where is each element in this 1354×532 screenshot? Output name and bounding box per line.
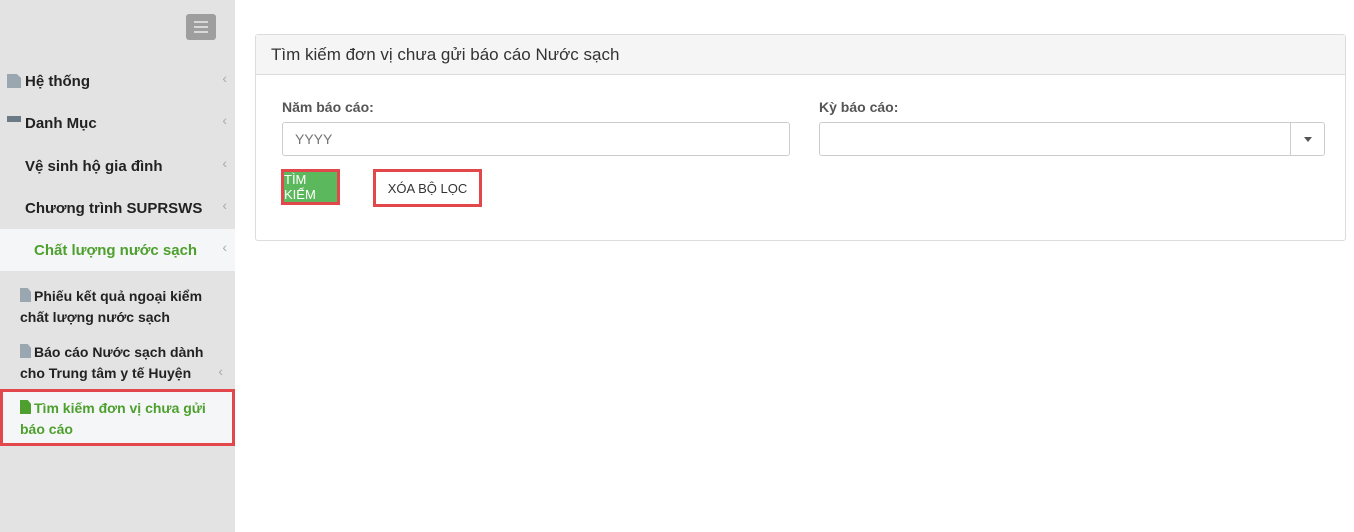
- chevron-left-icon: ‹: [222, 155, 227, 171]
- chevron-left-icon: ‹: [222, 70, 227, 86]
- clear-filter-button[interactable]: XÓA BỘ LỌC: [376, 172, 479, 204]
- sidebar-item-danh-muc[interactable]: Danh Mục ‹: [0, 102, 235, 144]
- file-icon: [20, 288, 31, 302]
- sidebar-item-label: Vệ sinh hộ gia đình: [25, 157, 163, 175]
- chevron-left-icon: ‹: [222, 197, 227, 213]
- chevron-left-icon: ‹: [222, 112, 227, 128]
- year-label: Năm báo cáo:: [282, 99, 374, 115]
- search-panel: Tìm kiếm đơn vị chưa gửi báo cáo Nước sạ…: [255, 34, 1346, 241]
- select-dropdown-button[interactable]: [1290, 123, 1324, 155]
- subitem-label: Phiếu kết quả ngoại kiểm chất lượng nước…: [20, 288, 203, 325]
- file-icon: [20, 344, 31, 358]
- caret-down-icon: [1303, 136, 1312, 142]
- clear-button-highlight: XÓA BỘ LỌC: [373, 169, 482, 207]
- chevron-left-icon: ‹: [222, 239, 227, 255]
- sidebar-item-label: Chất lượng nước sạch: [34, 241, 198, 259]
- server-icon: [7, 159, 21, 173]
- search-button-highlight: TÌM KIẾM: [281, 169, 340, 205]
- list-icon: [7, 116, 21, 130]
- file-icon: [7, 74, 21, 88]
- period-select[interactable]: [819, 122, 1325, 156]
- sidebar-item-label: Hệ thống: [25, 72, 90, 90]
- chevron-left-icon: ‹: [218, 363, 223, 379]
- sidebar: Hệ thống ‹ Danh Mục ‹ Vệ sinh hộ gia đìn…: [0, 0, 235, 532]
- search-button[interactable]: TÌM KIẾM: [284, 172, 337, 202]
- year-input[interactable]: [282, 122, 790, 156]
- subitem-tim-kiem-don-vi[interactable]: Tìm kiếm đơn vị chưa gửi báo cáo: [20, 398, 225, 440]
- sidebar-item-suprsws[interactable]: Chương trình SUPRSWS ‹: [0, 187, 235, 229]
- period-label: Kỳ báo cáo:: [819, 99, 899, 115]
- sidebar-item-he-thong[interactable]: Hệ thống ‹: [0, 60, 235, 102]
- sidebar-item-chat-luong-nuoc-sach[interactable]: Chất lượng nước sạch ‹: [0, 229, 235, 271]
- sidebar-item-label: Danh Mục: [25, 114, 97, 132]
- file-icon: [20, 400, 31, 414]
- subitem-phieu-ket-qua[interactable]: Phiếu kết quả ngoại kiểm chất lượng nước…: [20, 286, 225, 328]
- subitem-label: Báo cáo Nước sạch dành cho Trung tâm y t…: [20, 344, 204, 381]
- menu-toggle-icon[interactable]: [186, 14, 216, 40]
- sidebar-item-ve-sinh[interactable]: Vệ sinh hộ gia đình ‹: [0, 145, 235, 187]
- subitem-bao-cao-nuoc-sach[interactable]: Báo cáo Nước sạch dành cho Trung tâm y t…: [20, 342, 225, 384]
- sidebar-item-label: Chương trình SUPRSWS: [25, 199, 203, 217]
- subitem-label: Tìm kiếm đơn vị chưa gửi báo cáo: [20, 400, 206, 437]
- server-icon: [16, 243, 30, 257]
- server-icon: [7, 201, 21, 215]
- panel-title: Tìm kiếm đơn vị chưa gửi báo cáo Nước sạ…: [256, 35, 1345, 75]
